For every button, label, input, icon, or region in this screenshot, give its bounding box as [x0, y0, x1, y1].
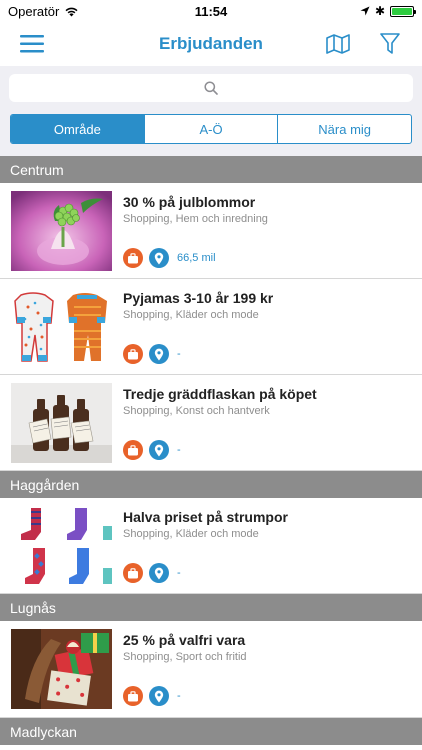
socks-image: [11, 506, 112, 586]
offer-meta: -: [123, 686, 181, 706]
category-badge: [123, 440, 143, 460]
battery-level: [392, 7, 412, 15]
filter-button[interactable]: [374, 28, 406, 60]
offer-category: Shopping, Sport och fritid: [123, 651, 247, 663]
offer-meta: -: [123, 344, 181, 364]
offer-row[interactable]: Tredje gräddflaskan på köpet Shopping, K…: [0, 375, 422, 471]
status-right: ✱: [360, 4, 416, 18]
offer-title: Halva priset på strumpor: [123, 509, 288, 525]
wifi-icon: [65, 7, 78, 16]
page-title: Erbjudanden: [159, 34, 263, 53]
map-icon: [326, 34, 350, 54]
category-badge: [123, 686, 143, 706]
offer-category: Shopping, Hem och inredning: [123, 213, 268, 225]
segment-nara-mig[interactable]: Nära mig: [277, 115, 411, 143]
offer-meta: 66,5 mil: [123, 248, 216, 268]
offer-category: Shopping, Konst och hantverk: [123, 405, 270, 417]
segment-a-o[interactable]: A-Ö: [143, 115, 278, 143]
offers-list: Centrum 30 % på julblommor Shopping, Hem…: [0, 156, 422, 745]
location-arrow-icon: [360, 6, 370, 16]
section-header: Madlyckan: [0, 718, 422, 745]
search-input[interactable]: [9, 74, 413, 102]
navigation-bar: Erbjudanden: [0, 22, 422, 66]
status-bar: Operatör 11:54 ✱: [0, 0, 422, 22]
location-pin-icon: [154, 444, 164, 456]
offer-row[interactable]: Halva priset på strumpor Shopping, Kläde…: [0, 498, 422, 594]
location-pin-icon: [154, 567, 164, 579]
shopping-bag-icon: [128, 348, 138, 359]
category-badge: [123, 248, 143, 268]
gifts-image: [11, 629, 112, 709]
offer-distance: -: [177, 444, 181, 456]
offer-meta: -: [123, 563, 181, 583]
offer-distance: -: [177, 690, 181, 702]
location-pin-icon: [154, 348, 164, 360]
filter-icon: [380, 33, 400, 54]
offer-title: Tredje gräddflaskan på köpet: [123, 386, 317, 402]
section-header: Lugnås: [0, 594, 422, 621]
location-badge: [149, 686, 169, 706]
category-badge: [123, 563, 143, 583]
location-pin-icon: [154, 252, 164, 264]
offer-title: 25 % på valfri vara: [123, 632, 246, 648]
shopping-bag-icon: [128, 567, 138, 578]
location-pin-icon: [154, 690, 164, 702]
offer-category: Shopping, Kläder och mode: [123, 309, 259, 321]
search-icon: [204, 81, 218, 95]
menu-button[interactable]: [16, 28, 48, 60]
offer-meta: -: [123, 440, 181, 460]
location-badge: [149, 344, 169, 364]
carrier-label: Operatör: [8, 3, 60, 19]
map-button[interactable]: [322, 28, 354, 60]
offer-row[interactable]: 25 % på valfri vara Shopping, Sport och …: [0, 621, 422, 718]
cream-bottles-image: [11, 383, 112, 463]
battery-icon: [390, 5, 416, 17]
location-badge: [149, 440, 169, 460]
location-badge: [149, 563, 169, 583]
hamburger-icon: [20, 35, 44, 53]
offer-row[interactable]: Pyjamas 3-10 år 199 kr Shopping, Kläder …: [0, 279, 422, 375]
bluetooth-icon: ✱: [374, 4, 385, 18]
pyjamas-image: [11, 287, 112, 367]
offer-title: Pyjamas 3-10 år 199 kr: [123, 290, 274, 306]
shopping-bag-icon: [128, 252, 138, 263]
offer-distance: -: [177, 567, 181, 579]
offer-category: Shopping, Kläder och mode: [123, 528, 259, 540]
offer-distance: 66,5 mil: [177, 252, 216, 264]
offer-title: 30 % på julblommor: [123, 194, 256, 210]
flower-bulb-image: [11, 191, 112, 271]
status-left: Operatör: [8, 4, 79, 19]
shopping-bag-icon: [128, 690, 138, 701]
offer-row[interactable]: 30 % på julblommor Shopping, Hem och inr…: [0, 183, 422, 279]
segment-omrade[interactable]: Område: [11, 115, 144, 143]
category-badge: [123, 344, 143, 364]
section-header: Haggården: [0, 471, 422, 498]
location-badge: [149, 248, 169, 268]
offer-distance: -: [177, 348, 181, 360]
search-area: Område A-Ö Nära mig: [0, 66, 422, 156]
section-header: Centrum: [0, 156, 422, 183]
sort-segmented-control: Område A-Ö Nära mig: [10, 114, 412, 144]
shopping-bag-icon: [128, 444, 138, 455]
